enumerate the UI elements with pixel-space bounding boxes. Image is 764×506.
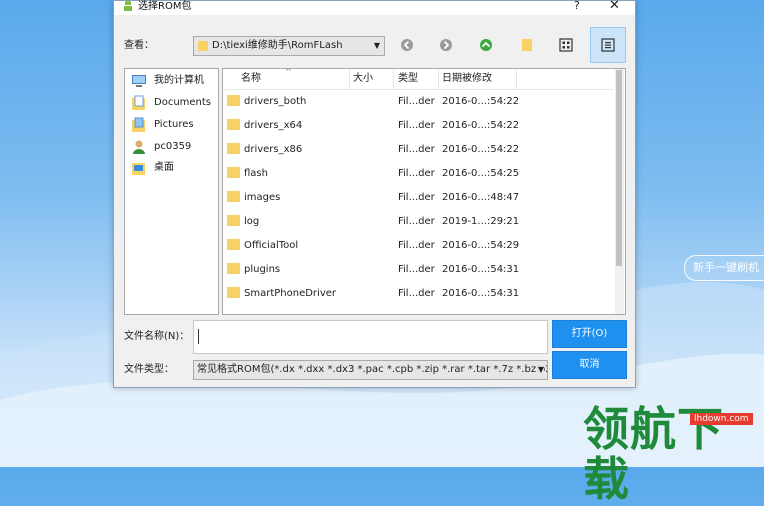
file-name: SmartPhoneDriver	[244, 288, 336, 299]
filename-label: 文件名称(N)：	[124, 331, 190, 342]
table-row[interactable]: drivers_x64 Fil...der 2016-0...:54:22	[223, 114, 613, 138]
file-date: 2019-1...:29:21	[442, 216, 520, 227]
file-date: 2016-0...:54:22	[442, 120, 520, 131]
desktop-icon	[132, 163, 145, 175]
table-row[interactable]: OfficialTool Fil...der 2016-0...:54:29	[223, 234, 613, 258]
place-label: Pictures	[154, 119, 194, 130]
column-divider	[438, 69, 439, 89]
file-date: 2016-0...:54:31	[442, 288, 520, 299]
file-date: 2016-0...:54:31	[442, 264, 520, 275]
column-date[interactable]: 日期被修改	[442, 73, 492, 85]
table-row[interactable]: images Fil...der 2016-0...:48:47	[223, 186, 613, 210]
sort-up-icon: ^	[285, 68, 292, 76]
column-size[interactable]: 大小	[353, 73, 373, 85]
column-type[interactable]: 类型	[398, 73, 418, 85]
new-folder-icon[interactable]	[519, 37, 535, 53]
file-type: Fil...der	[398, 168, 435, 179]
detail-view-icon	[601, 38, 615, 52]
file-type: Fil...der	[398, 216, 435, 227]
android-icon	[124, 1, 132, 11]
folder-icon	[227, 239, 240, 250]
filename-input[interactable]	[193, 320, 548, 354]
file-name: images	[244, 192, 281, 203]
file-name: drivers_x64	[244, 120, 303, 131]
table-row[interactable]: plugins Fil...der 2016-0...:54:31	[223, 258, 613, 282]
text-caret	[198, 329, 199, 344]
column-name[interactable]: 名称	[241, 73, 261, 85]
list-header: ^ 名称 大小 类型 日期被修改	[223, 69, 613, 90]
file-date: 2016-0...:54:22	[442, 96, 520, 107]
file-name: flash	[244, 168, 268, 179]
detail-view-button[interactable]	[590, 27, 626, 63]
dialog-title: 选择ROM包	[138, 1, 192, 12]
place-label: 我的计算机	[154, 75, 204, 86]
file-name: plugins	[244, 264, 281, 275]
quick-flash-button[interactable]: 新手一键刷机	[684, 255, 764, 281]
watermark-url: lhdown.com	[690, 413, 753, 425]
column-divider	[393, 69, 394, 89]
file-type: Fil...der	[398, 192, 435, 203]
filetype-label: 文件类型：	[124, 364, 174, 375]
file-type: Fil...der	[398, 240, 435, 251]
user-icon	[133, 140, 145, 154]
vertical-scrollbar[interactable]	[615, 69, 624, 314]
place-label: pc0359	[154, 141, 192, 152]
open-rom-dialog: 选择ROM包 ? ✕ 查看： D:\tiexi维修助手\RomFLash ▼ 我…	[113, 0, 636, 388]
chevron-down-icon: ▼	[373, 41, 380, 50]
file-type: Fil...der	[398, 264, 435, 275]
column-divider	[349, 69, 350, 89]
filetype-combo[interactable]: 常见格式ROM包(*.dx *.dxx *.dx3 *.pac *.cpb *.…	[193, 360, 548, 380]
file-type: Fil...der	[398, 288, 435, 299]
file-type: Fil...der	[398, 144, 435, 155]
look-in-path: D:\tiexi维修助手\RomFLash	[212, 40, 343, 51]
cancel-button[interactable]: 取消	[552, 351, 627, 379]
table-row[interactable]: log Fil...der 2019-1...:29:21	[223, 210, 613, 234]
filetype-value: 常见格式ROM包(*.dx *.dxx *.dx3 *.pac *.cpb *.…	[197, 364, 548, 375]
folder-icon	[198, 41, 208, 51]
file-name: OfficialTool	[244, 240, 299, 251]
file-date: 2016-0...:54:29	[442, 240, 520, 251]
file-list: ^ 名称 大小 类型 日期被修改 drivers_both Fil...der 20…	[222, 68, 626, 315]
look-in-label: 查看：	[124, 40, 154, 51]
parent-folder-icon[interactable]	[478, 37, 494, 53]
file-date: 2016-0...:54:22	[442, 144, 520, 155]
places-sidebar: 我的计算机 Documents Pictures pc0359 桌面	[124, 68, 219, 315]
table-row[interactable]: SmartPhoneDriver Fil...der 2016-0...:54:31	[223, 282, 613, 306]
column-divider	[516, 69, 517, 89]
folder-icon	[227, 95, 240, 106]
forward-icon[interactable]	[438, 37, 454, 53]
list-view-icon[interactable]	[558, 37, 574, 53]
back-icon[interactable]	[399, 37, 415, 53]
pictures-icon	[132, 117, 145, 132]
file-date: 2016-0...:54:25	[442, 168, 520, 179]
table-row[interactable]: flash Fil...der 2016-0...:54:25	[223, 162, 613, 186]
file-type: Fil...der	[398, 120, 435, 131]
file-date: 2016-0...:48:47	[442, 192, 520, 203]
look-in-combo[interactable]: D:\tiexi维修助手\RomFLash ▼	[193, 36, 385, 56]
title-bar: 选择ROM包 ? ✕	[114, 0, 635, 15]
file-name: log	[244, 216, 260, 227]
scrollbar-thumb[interactable]	[616, 70, 622, 266]
file-name: drivers_x86	[244, 144, 303, 155]
documents-icon	[132, 95, 145, 110]
computer-icon	[132, 75, 146, 87]
chevron-down-icon: ▼	[535, 363, 544, 377]
file-name: drivers_both	[244, 96, 307, 107]
folder-icon	[227, 143, 240, 154]
folder-icon	[227, 119, 240, 130]
table-row[interactable]: drivers_both Fil...der 2016-0...:54:22	[223, 90, 613, 114]
folder-icon	[227, 191, 240, 202]
folder-icon	[227, 215, 240, 226]
folder-icon	[227, 167, 240, 178]
open-button[interactable]: 打开(O)	[552, 320, 627, 348]
place-label: 桌面	[154, 162, 174, 173]
place-label: Documents	[154, 97, 212, 108]
help-button[interactable]: ?	[574, 0, 580, 12]
table-row[interactable]: drivers_x86 Fil...der 2016-0...:54:22	[223, 138, 613, 162]
file-type: Fil...der	[398, 96, 435, 107]
folder-icon	[227, 263, 240, 274]
close-button[interactable]: ✕	[609, 0, 620, 13]
folder-icon	[227, 287, 240, 298]
